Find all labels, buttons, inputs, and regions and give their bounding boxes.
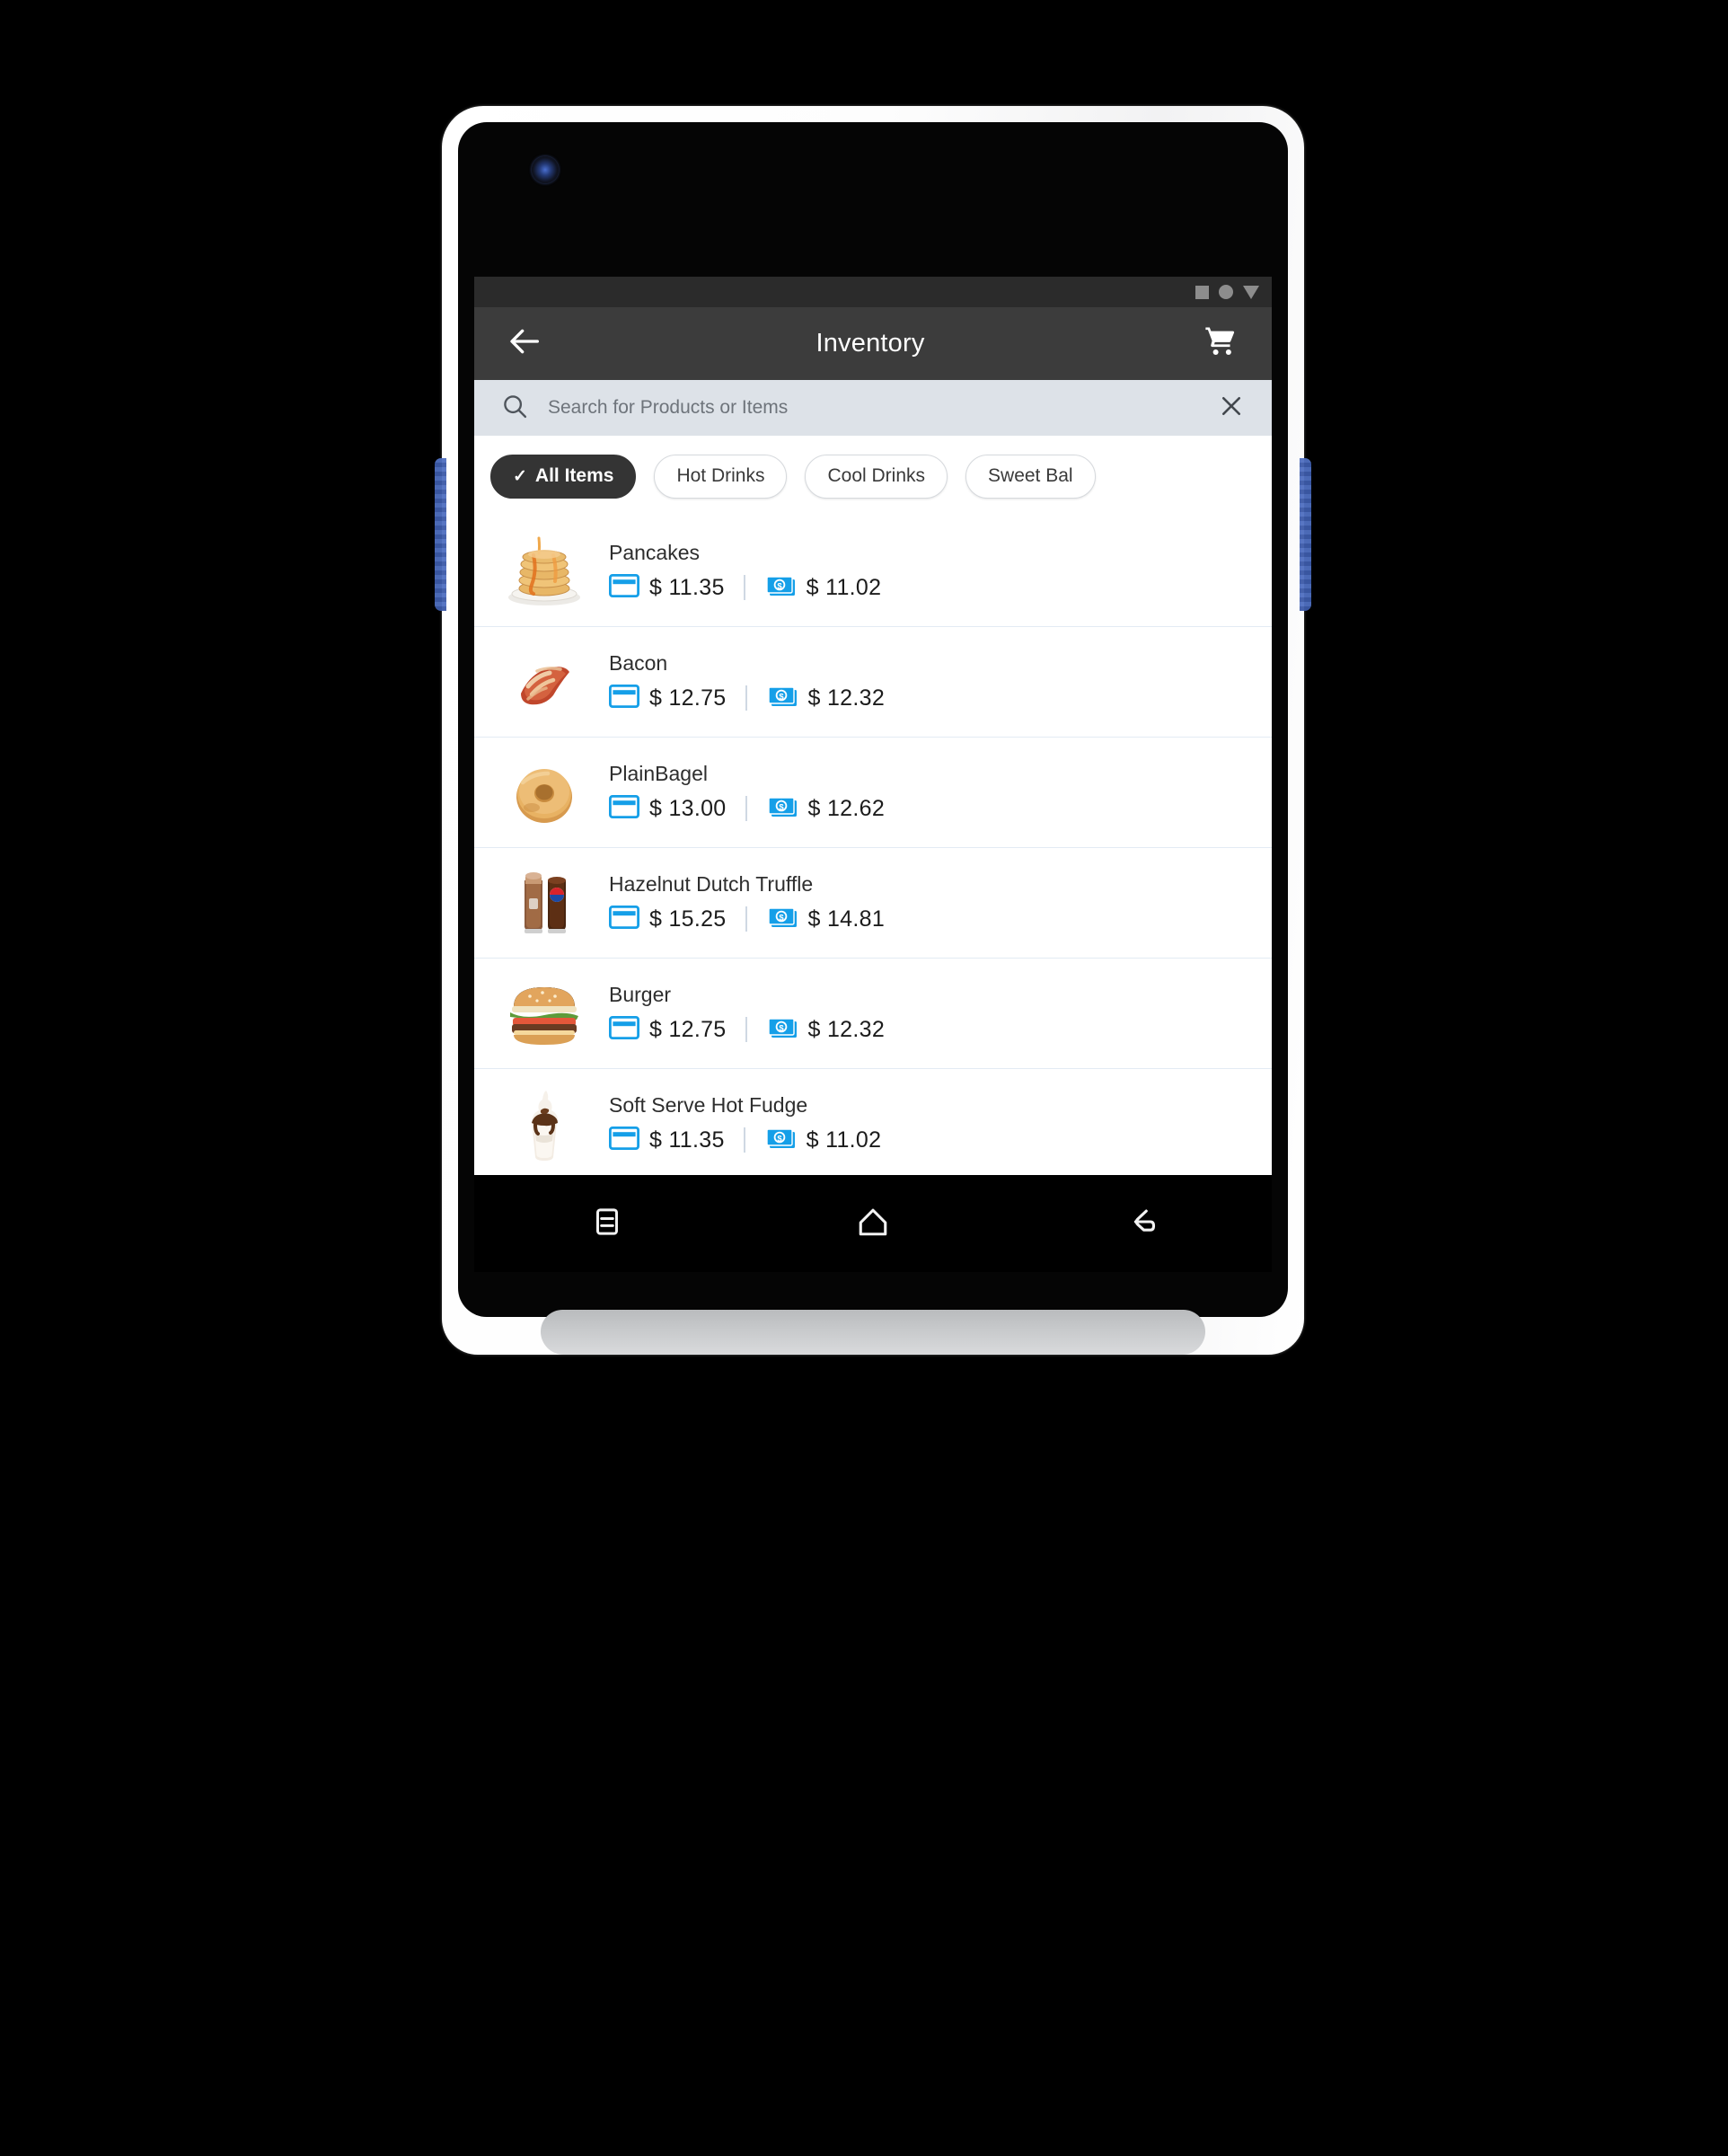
- check-icon: ✓: [513, 466, 527, 486]
- product-name: Hazelnut Dutch Truffle: [609, 871, 814, 896]
- cash-banknote-icon: $: [764, 573, 797, 603]
- chip-label: All Items: [534, 465, 614, 486]
- home-button[interactable]: [833, 1192, 913, 1255]
- cash-banknote-icon: $: [766, 1015, 798, 1045]
- chip-label: Cool Drinks: [827, 465, 926, 486]
- price-line: $ 11.35 $ $ 11.02: [608, 1126, 1272, 1155]
- chip-cool-drinks[interactable]: Cool Drinks: [805, 454, 948, 499]
- square-icon: [1195, 285, 1209, 299]
- cart-button[interactable]: [1195, 318, 1247, 370]
- price-line: $ 12.75 $ $ 12.32: [608, 1015, 1272, 1045]
- cash-price: $ 11.02: [806, 1127, 882, 1153]
- price-divider: [745, 796, 747, 821]
- credit-card-icon: [608, 794, 640, 823]
- arrow-left-icon: [507, 323, 543, 364]
- card-price: $ 15.25: [649, 906, 727, 932]
- price-divider: [743, 575, 745, 600]
- soft-serve-image: [496, 1081, 593, 1167]
- price-line: $ 12.75 $ $ 12.32: [608, 684, 1272, 713]
- circle-icon: [1219, 285, 1233, 299]
- product-name: Soft Serve Hot Fudge: [609, 1092, 808, 1117]
- triangle-down-icon: [1243, 285, 1259, 299]
- cash-banknote-icon: $: [766, 905, 798, 934]
- cash-banknote-icon: $: [764, 1126, 797, 1155]
- product-row[interactable]: Bacon $ 12.75 $ $ 12.32: [474, 627, 1272, 738]
- cash-banknote-icon: $: [766, 794, 798, 824]
- card-price: $ 11.35: [649, 1127, 725, 1153]
- recents-icon: [588, 1203, 626, 1245]
- status-bar: [474, 277, 1272, 307]
- svg-text:$: $: [779, 802, 784, 812]
- price-divider: [745, 1017, 747, 1042]
- product-row[interactable]: Hazelnut Dutch Truffle $ 15.25 $ $ 14.81: [474, 848, 1272, 959]
- price-divider: [745, 685, 747, 711]
- search-input[interactable]: [548, 397, 1198, 419]
- price-divider: [743, 1127, 745, 1153]
- app-bar: Inventory: [474, 307, 1272, 380]
- product-row[interactable]: Pancakes $ 11.35 $ $ 11.02: [474, 517, 1272, 627]
- card-price: $ 12.75: [649, 685, 727, 711]
- card-price: $ 13.00: [649, 795, 727, 821]
- bagel-image: [496, 749, 593, 835]
- price-line: $ 15.25 $ $ 14.81: [608, 905, 1272, 934]
- svg-text:$: $: [779, 692, 784, 702]
- category-chips: ✓ All Items Hot Drinks Cool Drinks Sweet…: [474, 436, 1272, 517]
- volume-button-left-icon[interactable]: [435, 458, 446, 611]
- svg-text:$: $: [779, 1023, 784, 1033]
- close-x-icon[interactable]: [1218, 393, 1245, 424]
- chip-hot-drinks[interactable]: Hot Drinks: [654, 454, 788, 499]
- phone-device: Inventory Search for Products or Items ✓…: [435, 106, 1311, 1355]
- bacon-image: [496, 639, 593, 725]
- chip-all-items[interactable]: ✓ All Items: [490, 454, 637, 499]
- camera-lens-icon: [532, 156, 559, 183]
- card-price: $ 12.75: [649, 1016, 727, 1042]
- burger-image: [496, 970, 593, 1056]
- credit-card-icon: [608, 905, 640, 933]
- product-row[interactable]: PlainBagel $ 13.00 $ $ 12.62: [474, 738, 1272, 848]
- phone-screen: Inventory Search for Products or Items ✓…: [474, 277, 1272, 1175]
- android-nav-bar: [474, 1175, 1272, 1272]
- card-price: $ 11.35: [649, 574, 725, 600]
- price-divider: [745, 906, 747, 932]
- product-row[interactable]: Burger $ 12.75 $ $ 12.32: [474, 959, 1272, 1069]
- back-nav-button[interactable]: [1098, 1192, 1179, 1255]
- svg-text:$: $: [777, 581, 782, 591]
- product-name: Pancakes: [609, 540, 701, 564]
- price-line: $ 11.35 $ $ 11.02: [608, 573, 1272, 603]
- product-name: Burger: [609, 982, 672, 1006]
- cash-banknote-icon: $: [766, 684, 798, 713]
- cash-price: $ 11.02: [806, 574, 882, 600]
- price-line: $ 13.00 $ $ 12.62: [608, 794, 1272, 824]
- shopping-cart-icon: [1203, 324, 1238, 363]
- product-row[interactable]: Soft Serve Hot Fudge $ 11.35 $ $ 11.02: [474, 1069, 1272, 1175]
- chip-sweet-bal[interactable]: Sweet Bal: [965, 454, 1096, 499]
- product-list: Pancakes $ 11.35 $ $ 11.02 Bacon $ 12.75…: [474, 517, 1272, 1175]
- recents-button[interactable]: [567, 1192, 648, 1255]
- back-arrow-icon: [1119, 1202, 1159, 1246]
- back-button[interactable]: [499, 318, 551, 370]
- svg-text:$: $: [777, 1134, 782, 1144]
- home-icon: [853, 1202, 893, 1246]
- credit-card-icon: [608, 1015, 640, 1044]
- credit-card-icon: [608, 684, 640, 712]
- product-name: PlainBagel: [609, 761, 708, 785]
- svg-text:$: $: [779, 913, 784, 923]
- volume-button-right-icon[interactable]: [1300, 458, 1311, 611]
- product-name: Bacon: [609, 650, 668, 675]
- credit-card-icon: [608, 1126, 640, 1154]
- chip-label: Hot Drinks: [676, 465, 765, 486]
- drinks-image: [496, 860, 593, 946]
- cash-price: $ 12.32: [807, 685, 886, 711]
- cash-price: $ 12.32: [807, 1016, 886, 1042]
- search-icon: [501, 393, 528, 424]
- search-bar[interactable]: [474, 380, 1272, 436]
- cash-price: $ 12.62: [807, 795, 886, 821]
- credit-card-icon: [608, 573, 640, 602]
- chip-label: Sweet Bal: [988, 465, 1073, 486]
- device-speaker-grip: [541, 1310, 1205, 1355]
- cash-price: $ 14.81: [807, 906, 886, 932]
- page-title: Inventory: [816, 329, 925, 358]
- pancakes-image: [496, 528, 593, 614]
